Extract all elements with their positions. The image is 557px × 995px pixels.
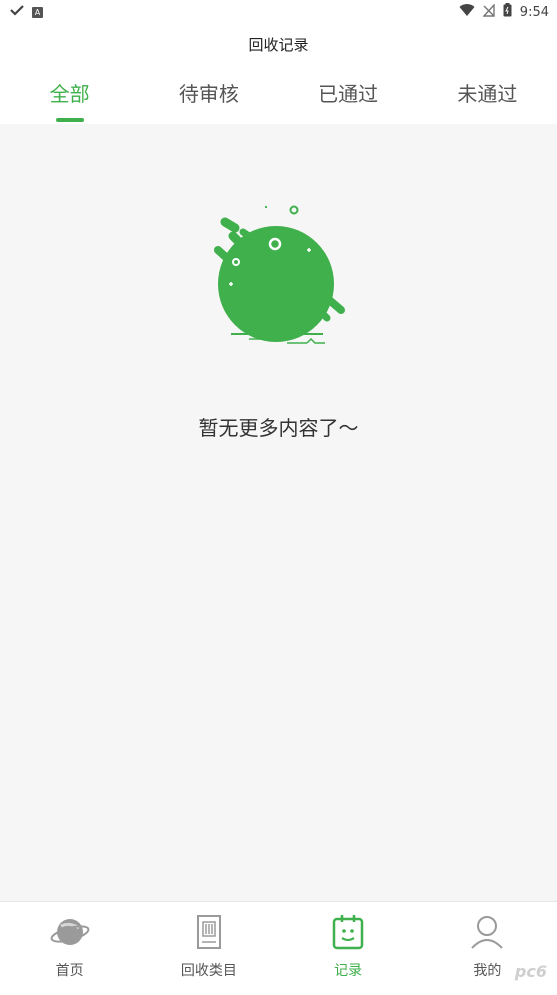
tab-bar: 全部 待审核 已通过 未通过 [0, 64, 557, 124]
record-icon [328, 912, 368, 952]
nav-label: 记录 [334, 963, 363, 979]
tab-active-indicator [55, 118, 84, 122]
empty-blob-illustration [199, 202, 359, 352]
planet-icon [50, 912, 90, 952]
nav-label: 我的 [473, 963, 502, 979]
tab-label: 未通过 [457, 81, 518, 106]
battery-icon [503, 3, 512, 21]
category-icon [189, 912, 229, 952]
tab-all[interactable]: 全部 [0, 64, 139, 124]
empty-state: 暂无更多内容了～ [0, 124, 557, 441]
watermark: pc6 [514, 962, 547, 981]
signal-off-icon [482, 2, 495, 21]
nav-category[interactable]: 回收类目 [139, 902, 278, 995]
status-time: 9:54 [519, 4, 549, 20]
nav-record[interactable]: 记录 [279, 902, 418, 995]
check-icon [10, 4, 24, 20]
tab-label: 待审核 [178, 81, 239, 106]
app-a-icon: A [32, 6, 43, 18]
tab-label: 全部 [49, 81, 90, 106]
title-bar: 回收记录 [0, 24, 557, 64]
bottom-nav: 首页 回收类目 记录 我的 [0, 901, 557, 995]
empty-message: 暂无更多内容了～ [198, 416, 359, 440]
status-left: A [10, 4, 43, 20]
page-title: 回收记录 [248, 35, 309, 54]
status-right: 9:54 [459, 2, 549, 21]
tab-rejected[interactable]: 未通过 [418, 64, 557, 124]
nav-profile[interactable]: 我的 [418, 902, 557, 995]
tab-approved[interactable]: 已通过 [279, 64, 418, 124]
nav-label: 回收类目 [180, 963, 237, 979]
user-icon [467, 912, 507, 952]
tab-label: 已通过 [318, 81, 379, 106]
wifi-icon [459, 3, 475, 21]
tab-pending[interactable]: 待审核 [139, 64, 278, 124]
status-bar: A 9:54 [0, 0, 557, 24]
nav-label: 首页 [55, 963, 84, 979]
nav-home[interactable]: 首页 [0, 902, 139, 995]
